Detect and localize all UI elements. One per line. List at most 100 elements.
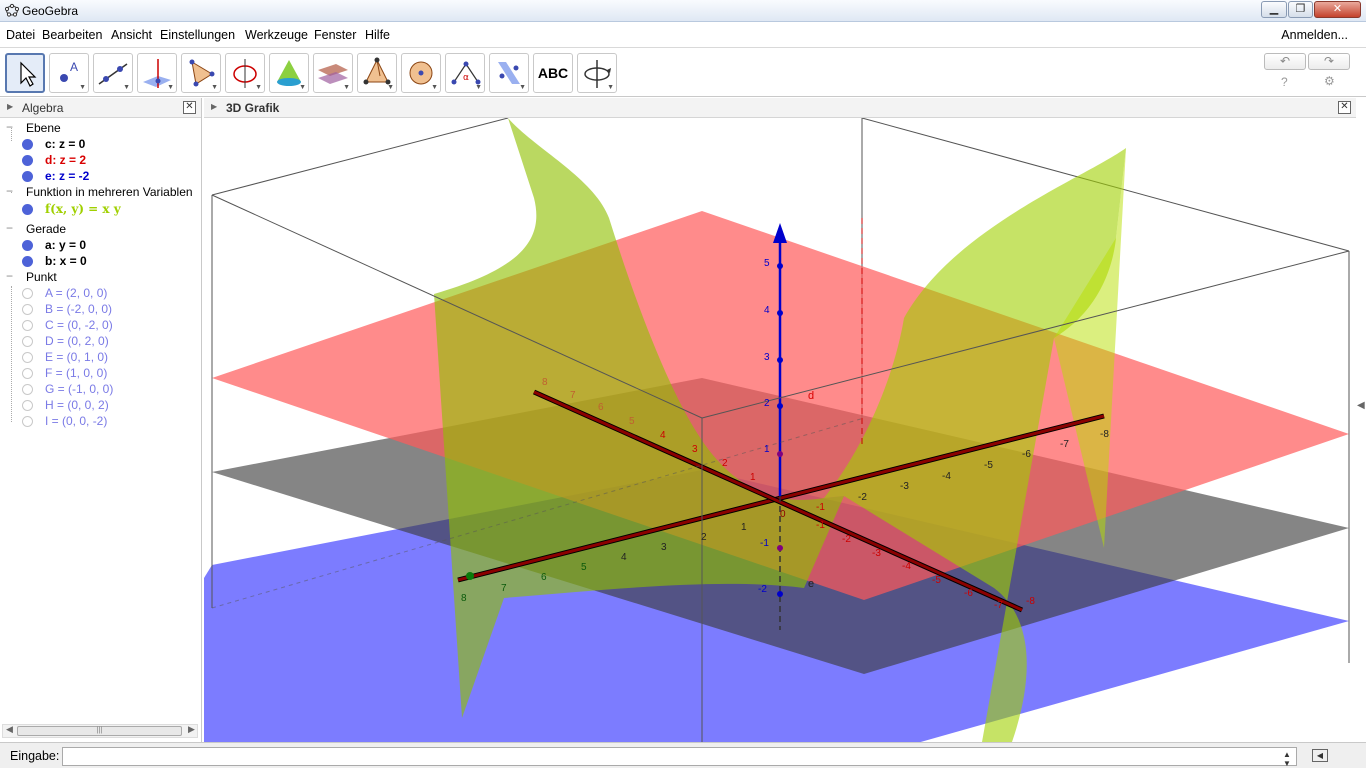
collapse-icon[interactable]: − [6,269,16,283]
z-tick-label: -1 [760,538,769,549]
menu-werkzeuge[interactable]: Werkzeuge [245,28,308,42]
algebra-item-text: e: z = -2 [45,169,90,183]
horizontal-scrollbar[interactable]: ◀ ||| ▶ [2,724,198,738]
y-tick-label: -6 [964,588,973,599]
z-tick-label: 3 [764,352,770,363]
y-tick-label: 8 [542,377,548,388]
x-tick-label: -6 [1022,449,1031,460]
window-title: GeoGebra [22,4,79,18]
y-tick-label: 1 [750,472,756,483]
visibility-toggle[interactable] [22,336,33,347]
category-label: Funktion in mehreren Variablen [26,185,193,199]
visibility-toggle[interactable] [22,139,33,150]
visibility-toggle[interactable] [22,384,33,395]
scroll-right-icon[interactable]: ▶ [188,724,195,735]
menu-hilfe[interactable]: Hilfe [365,28,390,42]
x-tick-label: -8 [1100,429,1109,440]
y-tick-label: 4 [660,430,666,441]
x-tick-label: -1 [816,502,825,513]
x-tick-label: 2 [701,532,707,543]
close-view-icon[interactable]: ✕ [1338,101,1351,114]
side-panel-arrow-icon[interactable]: ◀ [1357,400,1365,411]
expand-arrow-icon[interactable]: ▶ [7,102,13,111]
visibility-toggle[interactable] [22,204,33,215]
menu-fenster[interactable]: Fenster [314,28,356,42]
circle-axis-tool[interactable]: ▼ [225,53,265,93]
x-tick-label: 5 [581,562,587,573]
virtual-keyboard-icon[interactable]: ◀ [1312,749,1328,762]
title-bar: GeoGebra ▁ ❐ ✕ [0,0,1366,22]
3d-scene-canvas[interactable]: 5 4 3 2 1 0 -1 -2 8 7 6 5 4 3 2 1 -1 -2 … [204,118,1356,742]
graphics-header: ▶ 3D Grafik ✕ [204,98,1356,118]
toolbar: A ▼ ▼ ▼ ▼ ▼ ▼ ▼ ▼ ▼ α ▼ ▼ ABC ▼ ↶ ↷ ? ⚙ [0,49,1366,97]
input-history-dropdown-icon[interactable]: ▲ ▼ [1283,750,1291,768]
x-tick-label: -2 [858,492,867,503]
close-button[interactable]: ✕ [1314,1,1361,18]
angle-tool[interactable]: α ▼ [445,53,485,93]
z-tick-label: -2 [758,584,767,595]
visibility-toggle[interactable] [22,171,33,182]
pyramid-cone-tool[interactable]: ▼ [269,53,309,93]
cursor-arrow-icon [20,61,37,87]
maximize-button[interactable]: ❐ [1288,1,1313,18]
x-tick-label: 3 [661,542,667,553]
menu-ansicht[interactable]: Ansicht [111,28,152,42]
plane-tool[interactable]: ▼ [313,53,353,93]
text-tool-label: ABC [537,65,569,81]
visibility-toggle[interactable] [22,320,33,331]
minimize-button[interactable]: ▁ [1261,1,1287,18]
category-label: Punkt [26,270,57,284]
menu-datei[interactable]: Datei [6,28,35,42]
prism-tool[interactable]: ▼ [357,53,397,93]
visibility-toggle[interactable] [22,155,33,166]
sphere-tool[interactable]: ▼ [401,53,441,93]
algebra-item-text: H = (0, 0, 2) [45,398,109,412]
visibility-toggle[interactable] [22,304,33,315]
visibility-toggle[interactable] [22,256,33,267]
visibility-toggle[interactable] [22,240,33,251]
visibility-toggle[interactable] [22,352,33,363]
point-tool[interactable]: A ▼ [49,53,89,93]
rotate-view-tool[interactable]: ▼ [577,53,617,93]
undo-icon: ↶ [1279,54,1291,68]
close-view-icon[interactable]: ✕ [183,101,196,114]
algebra-item-text: B = (-2, 0, 0) [45,302,113,316]
menu-bearbeiten[interactable]: Bearbeiten [42,28,102,42]
undo-button[interactable]: ↶ [1264,53,1306,70]
y-tick-label: -7 [994,600,1003,611]
z-tick-label: 4 [764,305,770,316]
scroll-left-icon[interactable]: ◀ [6,724,13,735]
login-link[interactable]: Anmelden... [1281,28,1348,42]
move-tool[interactable] [5,53,45,93]
algebra-item-text: a: y = 0 [45,238,87,252]
collapse-icon[interactable]: − [6,184,16,198]
redo-button[interactable]: ↷ [1308,53,1350,70]
help-icon[interactable]: ? [1281,75,1288,89]
line-tool[interactable]: ▼ [93,53,133,93]
expand-arrow-icon[interactable]: ▶ [211,102,217,111]
gear-icon[interactable]: ⚙ [1324,74,1335,88]
visibility-toggle[interactable] [22,288,33,299]
scrollbar-thumb[interactable]: ||| [17,726,182,736]
y-tick-label: -3 [872,548,881,559]
perpendicular-line-tool[interactable]: ▼ [137,53,177,93]
menu-einstellungen[interactable]: Einstellungen [160,28,235,42]
visibility-toggle[interactable] [22,368,33,379]
x-tick-label: 8 [461,593,467,604]
svg-text:α: α [463,73,469,83]
polygon-tool[interactable]: ▼ [181,53,221,93]
visibility-toggle[interactable] [22,416,33,427]
collapse-icon[interactable]: − [6,221,16,235]
y-tick-label: -2 [842,534,851,545]
collapse-icon[interactable]: − [6,120,16,134]
text-tool[interactable]: ABC [533,53,573,93]
menu-bar: Datei Bearbeiten Ansicht Einstellungen W… [0,23,1366,48]
y-tick-label: 3 [692,444,698,455]
tree-line [11,286,12,422]
algebra-item-text: A = (2, 0, 0) [45,286,108,300]
visibility-toggle[interactable] [22,400,33,411]
command-input[interactable] [62,747,1297,766]
y-tick-label: -5 [932,575,941,586]
z-tick-label: 0 [780,509,786,520]
reflect-plane-tool[interactable]: ▼ [489,53,529,93]
